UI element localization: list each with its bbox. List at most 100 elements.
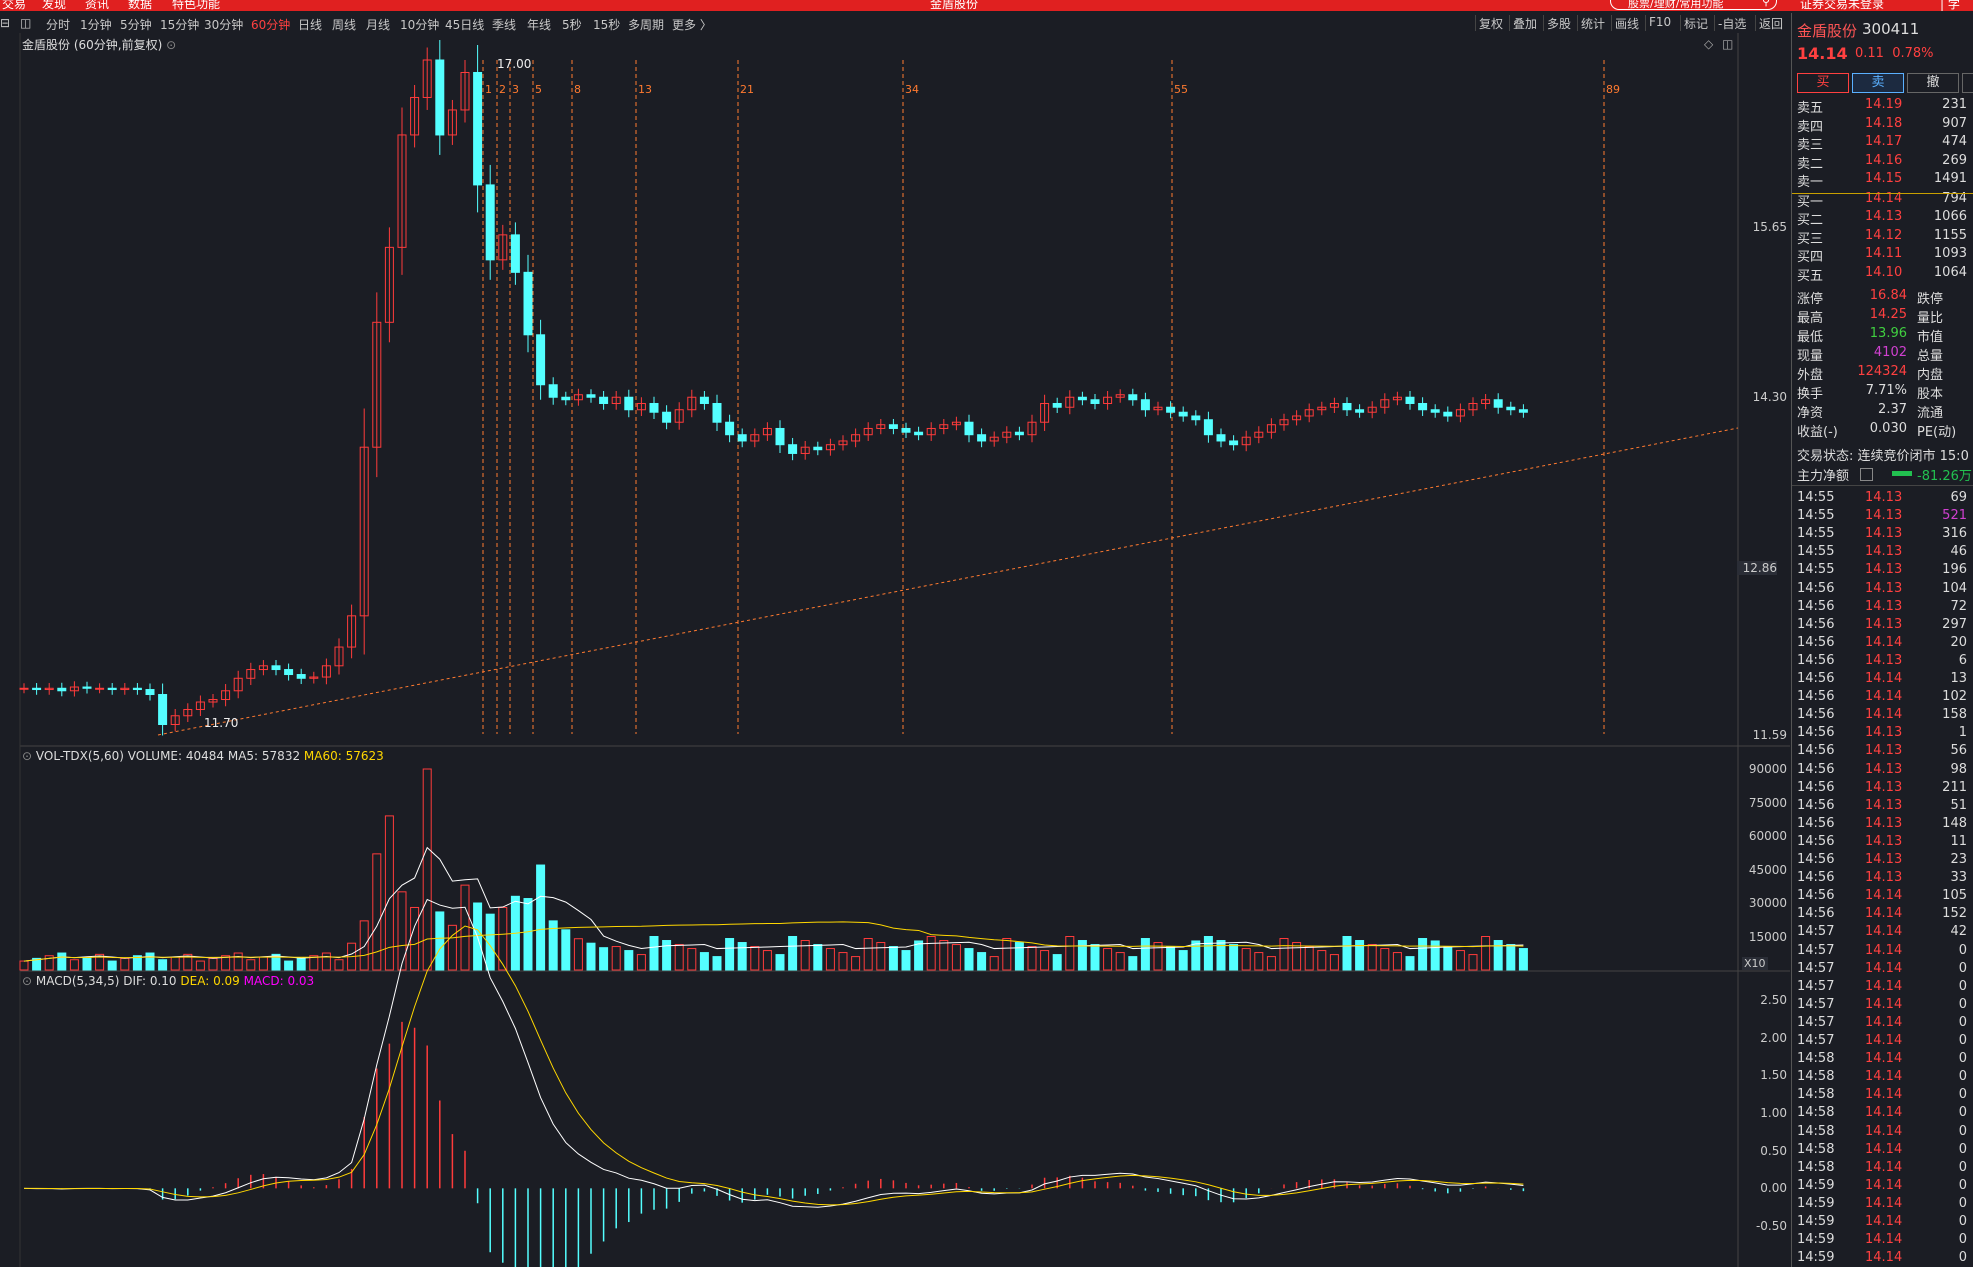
tick-row: 14:59 14.14 0 — [1797, 1196, 1973, 1214]
tick-time: 14:55 — [1797, 508, 1835, 524]
macd-dif: DIF: 0.10 — [123, 974, 177, 988]
tick-row: 14:56 14.13 98 — [1797, 762, 1973, 780]
tick-row: 14:57 14.14 0 — [1797, 979, 1973, 997]
fib-label: 2 — [499, 83, 506, 96]
candle-body — [1405, 396, 1415, 404]
candle-body — [725, 421, 735, 436]
volume-bar — [258, 956, 268, 971]
orderbook-row: 买三 14.12 1155 — [1797, 228, 1973, 247]
orderbook-volume: 1066 — [1933, 209, 1967, 224]
tick-row: 14:56 14.13 11 — [1797, 834, 1973, 852]
tick-volume: 56 — [1950, 743, 1967, 759]
volume-bar — [1166, 946, 1176, 971]
tick-time: 14:55 — [1797, 526, 1835, 542]
volume-bar — [851, 956, 861, 971]
cancel-order-button[interactable]: 撤 — [1907, 73, 1959, 93]
flow-checkbox[interactable] — [1860, 468, 1873, 481]
volume-bar — [1481, 936, 1491, 971]
buy-button[interactable]: 买 — [1797, 73, 1849, 93]
stat-row: 换手 7.71% 股本 — [1797, 383, 1973, 402]
volume-panel-title: ⊙ VOL-TDX(5,60) VOLUME: 40484 MA5: 57832… — [22, 749, 384, 763]
tick-volume: 0 — [1958, 1033, 1967, 1048]
tick-price: 14.13 — [1865, 598, 1903, 614]
volume-bar — [1430, 940, 1440, 971]
volume-bar — [699, 952, 709, 971]
tick-volume: 72 — [1950, 598, 1967, 614]
tick-row: 14:56 14.13 297 — [1797, 617, 1973, 635]
volume-bar — [1203, 936, 1213, 971]
kline-chart[interactable] — [0, 0, 1790, 1267]
volume-bar — [1077, 940, 1087, 971]
tick-price: 14.14 — [1865, 960, 1903, 976]
macd-axis-label: 0.50 — [1760, 1143, 1787, 1158]
candle-body — [19, 687, 29, 690]
tick-volume: 211 — [1942, 779, 1967, 795]
tick-row: 14:58 14.14 0 — [1797, 1087, 1973, 1105]
price-change: 0.11 0.78% — [1855, 46, 1934, 61]
tick-time: 14:55 — [1797, 490, 1835, 505]
tick-row: 14:55 14.13 69 — [1797, 490, 1973, 508]
macd-toggle-icon[interactable]: ⊙ — [22, 974, 32, 988]
volume-bar — [1266, 956, 1276, 971]
volume-bar — [800, 940, 810, 971]
candle-body — [1342, 402, 1352, 411]
orderbook-row: 买二 14.13 1066 — [1797, 209, 1973, 228]
tick-volume: 1 — [1958, 725, 1967, 741]
orderbook-price: 14.18 — [1865, 115, 1903, 131]
volume-bar — [964, 948, 974, 971]
tick-time: 14:57 — [1797, 924, 1835, 940]
tick-volume: 0 — [1958, 1214, 1967, 1229]
stat-row: 外盘 124324 内盘 — [1797, 364, 1973, 383]
tick-row: 14:59 14.14 0 — [1797, 1250, 1973, 1267]
volume-bar — [1229, 944, 1239, 971]
volume-bar — [447, 924, 457, 971]
stat-label: 最低 — [1797, 330, 1824, 345]
orderbook-row: 卖二 14.16 269 — [1797, 153, 1973, 172]
stat-label-2: 市值 — [1917, 330, 1944, 345]
vol-toggle-icon[interactable]: ⊙ — [22, 749, 32, 763]
stat-label: 换手 — [1797, 387, 1824, 402]
orderbook-volume: 231 — [1942, 97, 1967, 112]
volume-bar — [120, 957, 130, 971]
volume-bar — [939, 940, 949, 971]
tick-row: 14:56 14.13 211 — [1797, 780, 1973, 798]
tick-time: 14:56 — [1797, 743, 1835, 759]
tick-price: 14.13 — [1865, 833, 1903, 849]
vol-volume: VOLUME: 40484 — [127, 749, 225, 763]
tick-volume: 0 — [1958, 996, 1967, 1012]
stat-label: 收益(-) — [1797, 425, 1838, 440]
tick-row: 14:56 14.13 6 — [1797, 653, 1973, 671]
volume-bar — [951, 944, 961, 971]
sell-button[interactable]: 卖 — [1852, 73, 1904, 93]
tick-volume: 158 — [1942, 707, 1967, 723]
candle-body — [1191, 415, 1201, 421]
tick-row: 14:57 14.14 42 — [1797, 924, 1973, 942]
orderbook-volume: 1093 — [1933, 246, 1967, 261]
tick-row: 14:56 14.13 56 — [1797, 743, 1973, 761]
flow-bar — [1892, 471, 1912, 476]
candle-body — [473, 71, 483, 186]
volume-axis-label: 30000 — [1748, 896, 1787, 910]
orderbook-label: 卖一 — [1797, 175, 1824, 190]
volume-bar — [1468, 954, 1478, 971]
candle-body — [914, 431, 924, 436]
volume-bar — [863, 938, 873, 971]
change-value: 0.11 — [1855, 46, 1884, 61]
candle-body — [1216, 434, 1226, 442]
volume-bar — [1052, 954, 1062, 971]
volume-bar — [586, 942, 596, 971]
tick-price: 14.13 — [1865, 652, 1903, 668]
volume-bar — [1455, 950, 1465, 971]
more-button[interactable] — [1962, 73, 1973, 93]
candle-body — [1355, 409, 1365, 413]
stat-label: 净资 — [1797, 406, 1824, 421]
tick-time: 14:58 — [1797, 1051, 1835, 1067]
candle-body — [977, 434, 987, 442]
tick-price: 14.14 — [1865, 634, 1903, 650]
login-status[interactable]: 证券交易未登录 — [1800, 0, 1884, 11]
tick-time: 14:57 — [1797, 978, 1835, 994]
orderbook-label: 买二 — [1797, 213, 1824, 228]
tick-time: 14:58 — [1797, 1141, 1835, 1157]
tick-price: 14.14 — [1865, 942, 1903, 958]
candle-body — [586, 394, 596, 398]
